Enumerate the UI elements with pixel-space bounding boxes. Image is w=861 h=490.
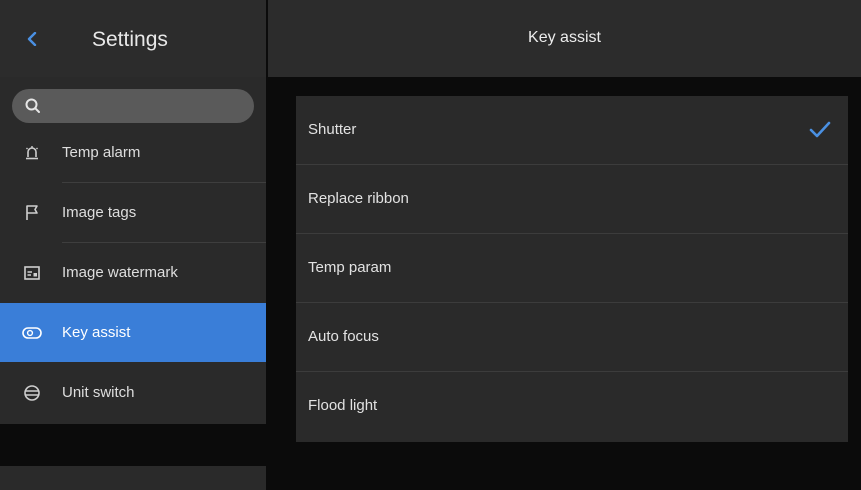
main-header: Key assist: [268, 0, 861, 77]
back-button[interactable]: [22, 27, 42, 51]
sidebar-item-unit-switch[interactable]: Unit switch: [0, 363, 266, 422]
sidebar-item-label: Image tags: [62, 204, 137, 221]
option-auto-focus[interactable]: Auto focus: [296, 303, 848, 372]
option-shutter[interactable]: Shutter: [296, 96, 848, 165]
sidebar-partial-item: [0, 466, 266, 490]
sidebar-item-key-assist[interactable]: Key assist: [0, 303, 266, 362]
search-input[interactable]: [12, 89, 254, 123]
option-label: Shutter: [308, 121, 357, 138]
sidebar-item-label: Key assist: [62, 324, 131, 341]
sidebar-menu: Temp alarm Image tags Image watermark Ke…: [0, 77, 266, 424]
toggle-key-icon: [22, 323, 42, 343]
option-replace-ribbon[interactable]: Replace ribbon: [296, 165, 848, 234]
search-icon: [25, 98, 40, 113]
sidebar: Settings Temp alarm Image tags Image wat…: [0, 0, 266, 490]
flag-icon: [22, 203, 42, 223]
option-label: Auto focus: [308, 328, 379, 345]
option-flood-light[interactable]: Flood light: [296, 372, 848, 441]
settings-app: Settings Temp alarm Image tags Image wat…: [0, 0, 861, 490]
watermark-icon: [22, 263, 42, 283]
sidebar-item-label: Unit switch: [62, 384, 135, 401]
globe-icon: [22, 383, 42, 403]
option-temp-param[interactable]: Temp param: [296, 234, 848, 303]
key-assist-options: Shutter Replace ribbon Temp param Auto f…: [296, 96, 848, 442]
option-label: Flood light: [308, 397, 378, 414]
sidebar-title: Settings: [92, 28, 168, 51]
sidebar-item-image-watermark[interactable]: Image watermark: [0, 243, 266, 302]
sidebar-header: Settings: [0, 0, 266, 77]
sidebar-item-temp-alarm[interactable]: Temp alarm: [0, 123, 266, 182]
chevron-left-icon: [27, 32, 37, 46]
option-label: Replace ribbon: [308, 190, 409, 207]
page-title: Key assist: [528, 29, 601, 46]
alarm-icon: [22, 143, 42, 163]
sidebar-item-label: Image watermark: [62, 264, 178, 281]
sidebar-item-label: Temp alarm: [62, 144, 141, 161]
checkmark-icon: [809, 121, 831, 138]
option-label: Temp param: [308, 259, 392, 276]
sidebar-item-image-tags[interactable]: Image tags: [0, 183, 266, 242]
